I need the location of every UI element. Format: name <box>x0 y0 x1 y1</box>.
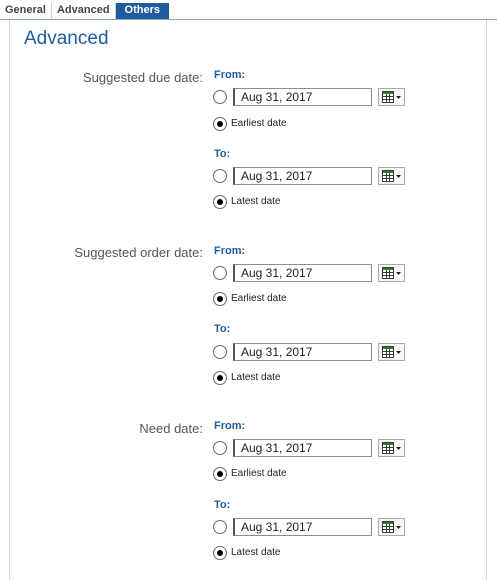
due-from-date-input[interactable] <box>233 88 372 106</box>
due-earliest-date-label: Earliest date <box>231 118 287 129</box>
chevron-down-icon <box>396 272 401 275</box>
due-to-date-input[interactable] <box>233 167 372 185</box>
need-latest-date-radio[interactable] <box>213 546 227 560</box>
due-latest-date-label: Latest date <box>231 196 281 207</box>
order-from-calendar-button[interactable] <box>378 264 405 282</box>
due-from-calendar-button[interactable] <box>378 88 405 106</box>
need-from-date-input[interactable] <box>233 439 372 457</box>
need-latest-date-label: Latest date <box>231 547 281 558</box>
suggested-order-date-label: Suggested order date: <box>74 245 203 260</box>
tab-others[interactable]: Others <box>115 3 170 19</box>
due-from-date-radio[interactable] <box>213 90 227 104</box>
due-to-date-radio[interactable] <box>213 169 227 183</box>
need-to-date-input[interactable] <box>233 518 372 536</box>
need-date-label: Need date: <box>139 421 203 436</box>
section-title: Advanced <box>24 28 109 49</box>
order-earliest-date-radio[interactable] <box>213 292 227 306</box>
due-to-calendar-button[interactable] <box>378 167 405 185</box>
need-from-date-radio[interactable] <box>213 441 227 455</box>
need-from-calendar-button[interactable] <box>378 439 405 457</box>
tab-advanced[interactable]: Advanced <box>52 3 116 19</box>
order-from-date-radio[interactable] <box>213 266 227 280</box>
order-from-label: From: <box>214 245 246 257</box>
due-from-label: From: <box>214 69 246 81</box>
need-to-calendar-button[interactable] <box>378 518 405 536</box>
suggested-due-date-label: Suggested due date: <box>83 70 203 85</box>
chevron-down-icon <box>396 96 401 99</box>
chevron-down-icon <box>396 447 401 450</box>
order-latest-date-radio[interactable] <box>213 371 227 385</box>
due-earliest-date-radio[interactable] <box>213 117 227 131</box>
due-latest-date-radio[interactable] <box>213 195 227 209</box>
order-from-date-input[interactable] <box>233 264 372 282</box>
need-from-label: From: <box>214 420 246 432</box>
chevron-down-icon <box>396 175 401 178</box>
order-to-date-input[interactable] <box>233 343 372 361</box>
order-to-label: To: <box>214 323 231 335</box>
tab-bar: General Advanced Others <box>0 3 170 19</box>
need-to-label: To: <box>214 499 231 511</box>
order-to-date-radio[interactable] <box>213 345 227 359</box>
due-to-label: To: <box>214 148 231 160</box>
chevron-down-icon <box>396 351 401 354</box>
order-to-calendar-button[interactable] <box>378 343 405 361</box>
tab-general[interactable]: General <box>0 3 52 19</box>
need-to-date-radio[interactable] <box>213 520 227 534</box>
chevron-down-icon <box>396 526 401 529</box>
order-earliest-date-label: Earliest date <box>231 293 287 304</box>
order-latest-date-label: Latest date <box>231 372 281 383</box>
need-earliest-date-radio[interactable] <box>213 467 227 481</box>
need-earliest-date-label: Earliest date <box>231 468 287 479</box>
